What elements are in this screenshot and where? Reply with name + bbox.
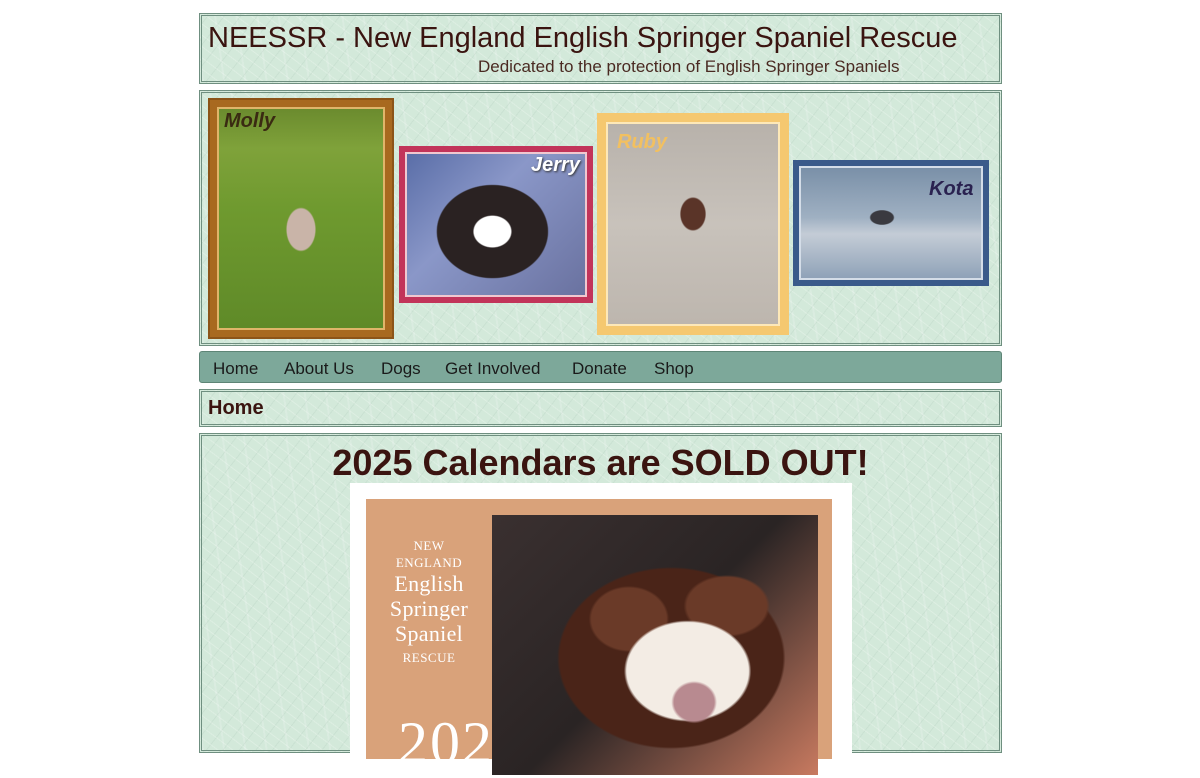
dog-photo-jerry: Jerry xyxy=(399,146,593,303)
dog-name-label: Ruby xyxy=(617,131,667,153)
calendar-cover-title: NEW ENGLAND English Springer Spaniel RES… xyxy=(366,539,492,664)
dog-photo-kota: Kota xyxy=(793,160,989,286)
dog-photo-molly: Molly xyxy=(208,98,394,339)
breadcrumb: Home xyxy=(199,389,1002,427)
calendar-cover-image[interactable]: NEW ENGLAND English Springer Spaniel RES… xyxy=(350,483,852,776)
calendar-dog-photo xyxy=(492,515,818,775)
dog-photo-ruby: Ruby xyxy=(597,113,789,335)
nav-item-home[interactable]: Home xyxy=(213,359,258,379)
site-tagline: Dedicated to the protection of English S… xyxy=(478,57,900,76)
calendar-line: ENGLAND xyxy=(395,555,463,570)
dog-photo-banner: Molly Jerry Ruby Kota xyxy=(199,90,1002,346)
page-title: Home xyxy=(208,397,264,419)
calendar-line: NEW xyxy=(413,538,445,553)
site-title: NEESSR - New England English Springer Sp… xyxy=(208,22,958,54)
announcement-heading: 2025 Calendars are SOLD OUT! xyxy=(332,442,869,483)
nav-item-donate[interactable]: Donate xyxy=(572,359,627,379)
calendar-cover: NEW ENGLAND English Springer Spaniel RES… xyxy=(366,499,832,776)
calendar-line: Spaniel xyxy=(394,621,464,646)
nav-item-shop[interactable]: Shop xyxy=(654,359,694,379)
main-nav: Home About Us Dogs Get Involved Donate S… xyxy=(199,351,1002,383)
calendar-line: English xyxy=(394,571,464,596)
nav-item-about-us[interactable]: About Us xyxy=(284,359,354,379)
dog-name-label: Jerry xyxy=(531,154,580,176)
dog-photo-image xyxy=(217,107,385,330)
nav-item-get-involved[interactable]: Get Involved xyxy=(445,359,540,379)
main-content: 2025 Calendars are SOLD OUT! NEW ENGLAND… xyxy=(199,433,1002,776)
dog-name-label: Kota xyxy=(929,178,974,200)
nav-item-dogs[interactable]: Dogs xyxy=(381,359,421,379)
dog-name-label: Molly xyxy=(224,110,276,132)
calendar-line: RESCUE xyxy=(402,650,456,665)
site-header: NEESSR - New England English Springer Sp… xyxy=(199,13,1002,84)
calendar-line: Springer xyxy=(389,596,469,621)
